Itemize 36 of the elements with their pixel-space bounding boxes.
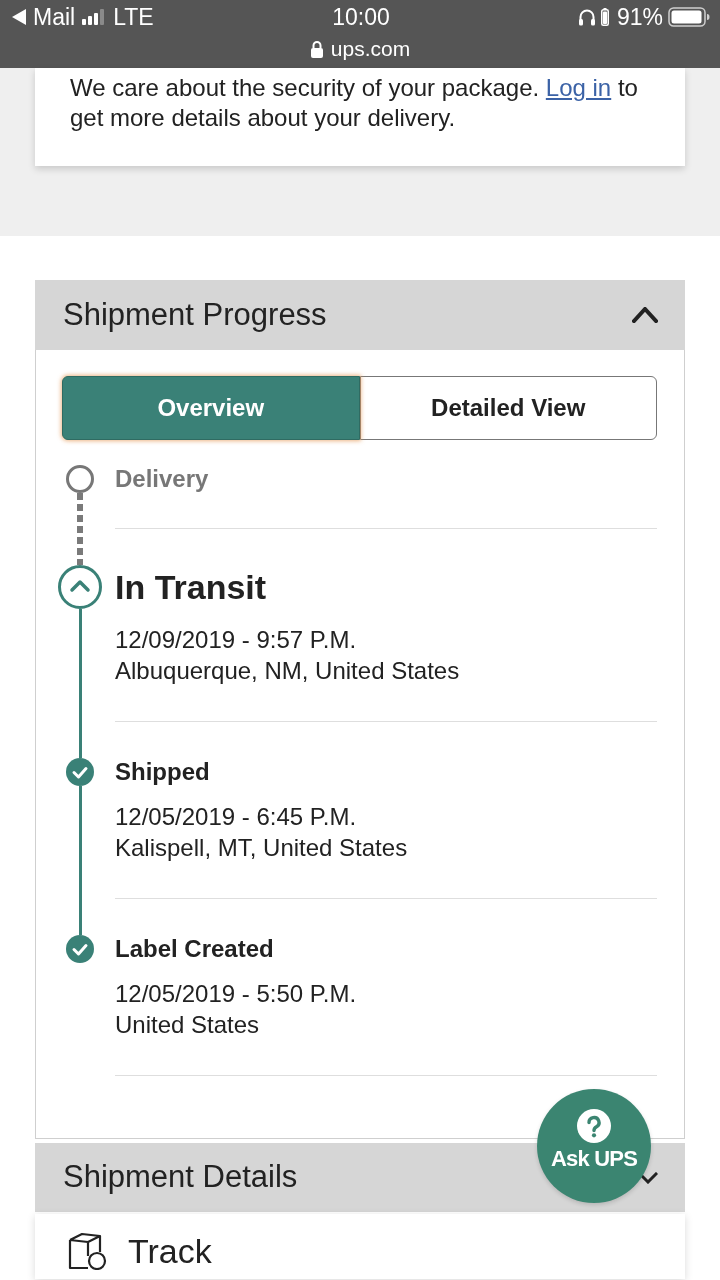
ask-ups-floating-button[interactable]: Ask UPS — [537, 1089, 651, 1203]
network-label: LTE — [113, 4, 154, 30]
track-title: Track — [128, 1232, 212, 1270]
battery-icon — [668, 7, 710, 27]
event-location: United States — [115, 1010, 261, 1040]
event-location: Albuquerque, NM, United States — [115, 656, 461, 686]
event-title: Delivery — [115, 465, 210, 493]
lock-icon — [309, 40, 324, 58]
panel-title[interactable]: Shipment Details — [63, 1154, 298, 1201]
check-circle-icon — [66, 935, 94, 963]
clock-time: 10:00 — [332, 4, 390, 30]
event-datetime: 12/05/2019 - 5:50 P.M. — [115, 979, 358, 1009]
question-icon — [577, 1108, 611, 1143]
back-app-label[interactable]: Mail — [33, 4, 76, 30]
chevron-circle-icon — [58, 565, 102, 609]
view-tab[interactable]: Detailed View — [359, 376, 657, 440]
box-icon — [68, 1232, 108, 1270]
event-datetime: 12/05/2019 - 6:45 P.M. — [115, 802, 358, 832]
login-link[interactable]: Log in — [545, 74, 612, 101]
battery-percent: 91% — [616, 4, 663, 30]
event-title: Shipped — [115, 758, 211, 786]
back-arrow-icon[interactable] — [12, 9, 26, 25]
event-title: Label Created — [115, 935, 275, 963]
url-text[interactable]: ups.com — [330, 36, 411, 62]
panel-title[interactable]: Shipment Progress — [63, 291, 327, 339]
view-tab[interactable]: Overview — [62, 376, 360, 440]
security-notice: We care about the security of your package. Log in to get more details about your delivery. — [35, 68, 685, 166]
timeline-connector — [77, 493, 83, 565]
event-title: In Transit — [115, 567, 268, 608]
circle-icon — [66, 465, 94, 493]
check-circle-icon — [66, 758, 94, 786]
signal-icon — [82, 9, 107, 25]
small-battery-icon — [600, 8, 609, 26]
event-datetime: 12/09/2019 - 9:57 P.M. — [115, 625, 358, 655]
event-location: Kalispell, MT, United States — [115, 833, 409, 863]
headphones-icon — [577, 8, 596, 26]
